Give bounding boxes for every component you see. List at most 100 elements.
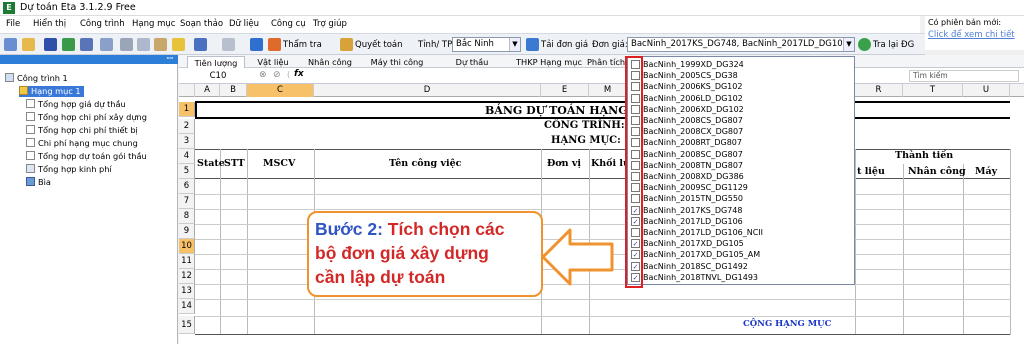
tham-tra-button[interactable]: Thẩm tra (268, 37, 322, 53)
don-gia-option[interactable]: BacNinh_2006LD_DG102 (628, 93, 854, 104)
tree-item-kinh-phi[interactable]: Tổng hợp kinh phí (26, 164, 112, 175)
don-gia-option[interactable]: ✓ BacNinh_2017KS_DG748 (628, 205, 854, 216)
refresh-icon (858, 38, 871, 51)
redo-icon[interactable] (222, 37, 237, 53)
tree-item-chi-phi-xay-dung[interactable]: Tổng hợp chi phí xây dựng (26, 112, 147, 123)
run-icon[interactable] (250, 37, 265, 53)
row-header[interactable]: 15 (179, 316, 195, 334)
search-input[interactable]: Tìm kiếm (909, 70, 1019, 82)
don-gia-option[interactable]: ✓ BacNinh_2018TNVL_DG1493 (628, 272, 854, 283)
don-gia-option[interactable]: BacNinh_2008TN_DG807 (628, 160, 854, 171)
column-header[interactable]: A (195, 84, 220, 97)
new-icon[interactable] (4, 37, 19, 53)
excel-icon[interactable] (62, 37, 77, 53)
row-header[interactable]: 6 (179, 179, 195, 194)
tab-thkp-hang-muc[interactable]: THKP Hạng mục (515, 56, 583, 68)
don-gia-option[interactable]: BacNinh_2009SC_DG1129 (628, 182, 854, 193)
tree-item-cong-trinh[interactable]: Công trình 1 (5, 73, 68, 84)
tai-don-gia-button[interactable]: Tải đơn giá (526, 37, 588, 53)
quyet-toan-button[interactable]: Quyết toán (340, 37, 403, 53)
don-gia-select[interactable]: BacNinh_2017KS_DG748, BacNinh_2017LD_DG1… (627, 37, 855, 52)
don-gia-option-label: BacNinh_2017LD_DG106 (643, 216, 743, 226)
tree-item-hang-muc-chung[interactable]: Chi phí hạng mục chung (26, 138, 138, 149)
column-header[interactable]: U (963, 84, 1010, 97)
confirm-icon[interactable]: ⊘ (273, 70, 281, 80)
don-gia-dropdown-list[interactable]: BacNinh_1999XD_DG324 BacNinh_2005CS_DG38 B… (627, 56, 855, 285)
column-header[interactable]: B (220, 84, 247, 97)
don-gia-option[interactable]: BacNinh_2008CX_DG807 (628, 126, 854, 137)
cancel-icon[interactable]: ⊗ (259, 70, 267, 80)
don-gia-option[interactable]: ✓ BacNinh_2018SC_DG1492 (628, 261, 854, 272)
don-gia-option[interactable]: BacNinh_2006KS_DG102 (628, 81, 854, 92)
column-header[interactable]: E (541, 84, 589, 97)
don-gia-option[interactable]: ✓ BacNinh_2017XD_DG105 (628, 238, 854, 249)
menu-tro-giup[interactable]: Trợ giúp (313, 19, 347, 29)
row-header[interactable]: 12 (179, 269, 195, 284)
menu-soan-thao[interactable]: Soạn thảo (180, 19, 223, 29)
corner-cell[interactable] (179, 84, 195, 97)
menu-hien-thi[interactable]: Hiển thị (33, 19, 66, 29)
row-header[interactable]: 5 (179, 164, 195, 179)
paste-icon[interactable] (154, 37, 169, 53)
menu-file[interactable]: File (6, 19, 20, 29)
row-header[interactable]: 4 (179, 149, 195, 164)
don-gia-option[interactable]: BacNinh_2017LD_DG106_NCII (628, 227, 854, 238)
column-header[interactable]: R (855, 84, 903, 97)
menu-cong-cu[interactable]: Công cụ (271, 19, 306, 29)
don-gia-option[interactable]: BacNinh_2015TN_DG550 (628, 193, 854, 204)
don-gia-option[interactable]: ✓ BacNinh_2017XD_DG105_AM (628, 249, 854, 260)
column-header[interactable]: T (903, 84, 963, 97)
don-gia-option[interactable]: BacNinh_2008CS_DG807 (628, 115, 854, 126)
update-link[interactable]: Click để xem chi tiết (928, 30, 1015, 40)
cell-ref-box[interactable]: C10 (183, 70, 253, 82)
tab-may-thi-cong[interactable]: Máy thi công (363, 56, 431, 68)
don-gia-option[interactable]: BacNinh_2008RT_DG807 (628, 137, 854, 148)
row-header[interactable]: 10 (179, 239, 195, 254)
tab-du-thau[interactable]: Dự thầu (447, 56, 497, 68)
tab-phan-tich[interactable]: Phân tích (585, 56, 627, 68)
row-header[interactable]: 1 (179, 102, 195, 117)
row-header[interactable]: 7 (179, 194, 195, 209)
row-header[interactable]: 13 (179, 284, 195, 299)
row-header[interactable]: 14 (179, 299, 195, 314)
menu-du-lieu[interactable]: Dữ liệu (229, 19, 259, 29)
tra-lai-button[interactable]: Tra lại ĐG (858, 37, 914, 53)
column-header[interactable]: C (247, 84, 314, 97)
tinh-tp-select[interactable]: Bắc Ninh ▼ (452, 37, 521, 52)
row-header[interactable]: 3 (179, 134, 195, 149)
don-gia-option[interactable]: ✓ BacNinh_2017LD_DG106 (628, 216, 854, 227)
tab-nhan-cong[interactable]: Nhân công (301, 56, 359, 68)
row-header[interactable]: 2 (179, 119, 195, 134)
spreadsheet-grid[interactable]: 1 2 3 4 5 6 7 8 9 10 11 12 13 14 15 BẢNG… (179, 97, 1024, 344)
undo-icon[interactable] (194, 37, 209, 53)
row-header[interactable]: 9 (179, 224, 195, 239)
fx-icon[interactable]: fx (294, 69, 304, 79)
tree-item-label: Tổng hợp chi phí xây dựng (38, 112, 147, 122)
don-gia-option[interactable]: BacNinh_2006XD_DG102 (628, 104, 854, 115)
don-gia-option[interactable]: BacNinh_1999XD_DG324 (628, 59, 854, 70)
copy-icon[interactable] (137, 37, 152, 53)
save-as-icon[interactable] (80, 37, 95, 53)
pin-icon[interactable]: ꟷ (166, 53, 173, 64)
row-header[interactable]: 8 (179, 209, 195, 224)
column-header[interactable]: D (314, 84, 541, 97)
menu-hang-muc[interactable]: Hạng mục (132, 19, 175, 29)
preview-icon[interactable] (100, 37, 115, 53)
tree-item-chi-phi-thiet-bi[interactable]: Tổng hợp chi phí thiết bị (26, 125, 138, 136)
tree-item-goi-thau[interactable]: Tổng hợp dự toán gói thầu (26, 151, 147, 162)
menu-cong-trinh[interactable]: Công trình (80, 19, 125, 29)
don-gia-option[interactable]: BacNinh_2008XD_DG386 (628, 171, 854, 182)
tree-item-bia[interactable]: Bìa (26, 177, 51, 188)
row-header[interactable]: 11 (179, 254, 195, 269)
don-gia-option[interactable]: BacNinh_2005CS_DG38 (628, 70, 854, 81)
column-header[interactable]: M (589, 84, 627, 97)
tab-tien-luong[interactable]: Tiên lượng (187, 56, 245, 68)
tab-vat-lieu[interactable]: Vật liệu (249, 56, 297, 68)
cut-icon[interactable] (120, 37, 135, 53)
brush-icon[interactable] (172, 37, 187, 53)
open-folder-icon[interactable] (22, 37, 37, 53)
don-gia-option[interactable]: BacNinh_2008SC_DG807 (628, 149, 854, 160)
tree-item-hang-muc[interactable]: Hạng mục 1 (19, 86, 84, 97)
save-icon[interactable] (44, 37, 59, 53)
tree-item-gia-du-thau[interactable]: Tổng hợp giá dự thầu (26, 99, 126, 110)
